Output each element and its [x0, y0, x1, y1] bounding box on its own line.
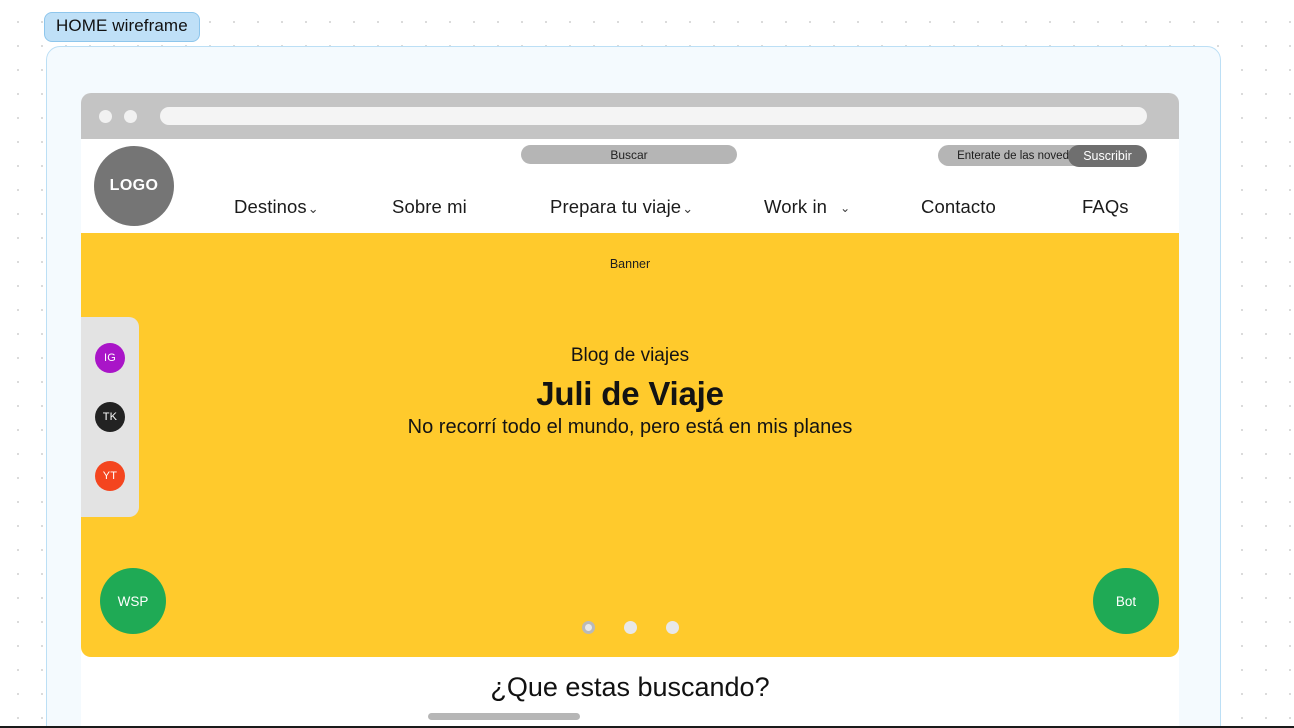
hero-kicker: Blog de viajes	[570, 345, 690, 366]
nav-item-destinos[interactable]: Destinos ⌄	[234, 196, 319, 218]
nav-item-sobre-mi[interactable]: Sobre mi	[392, 196, 467, 218]
search-input[interactable]: Buscar	[521, 145, 737, 164]
chevron-down-icon: ⌄	[307, 200, 319, 216]
nav-label: Contacto	[921, 196, 996, 217]
carousel-dots	[81, 621, 1179, 634]
window-dot-icon-2[interactable]	[124, 109, 137, 123]
nav-label: Sobre mi	[392, 196, 467, 217]
address-bar-input[interactable]	[160, 107, 1147, 125]
nav-item-prepara-tu-viaje[interactable]: Prepara tu viaje ⌄	[550, 196, 693, 218]
nav-label: FAQs	[1082, 196, 1129, 217]
search-section-title: ¿Que estas buscando?	[490, 672, 770, 702]
banner-label: Banner	[609, 257, 651, 271]
nav-item-contacto[interactable]: Contacto	[921, 196, 996, 218]
nav-item-faqs[interactable]: FAQs	[1082, 196, 1129, 218]
site-header: LOGO Buscar Enterate de las novedades Su…	[81, 139, 1179, 233]
frame-label[interactable]: HOME wireframe	[44, 12, 200, 42]
carousel-dot-3[interactable]	[665, 621, 679, 634]
horizontal-scrollbar-thumb[interactable]	[428, 713, 580, 720]
hero-subtitle: No recorrí todo el mundo, pero está en m…	[407, 416, 853, 438]
artboard-frame: LOGO Buscar Enterate de las novedades Su…	[46, 46, 1221, 728]
hero-title: Juli de Viaje	[536, 375, 724, 412]
browser-chrome-bar	[81, 93, 1179, 139]
hero-text-block: Blog de viajes Juli de Viaje No recorrí …	[81, 345, 1179, 439]
nav-label: Work in	[764, 196, 828, 217]
window-dot-icon-1[interactable]	[99, 109, 112, 123]
subscribe-button[interactable]: Suscribir	[1068, 145, 1147, 167]
carousel-dot-1[interactable]	[581, 621, 595, 634]
main-navigation: Destinos ⌄ Sobre mi Prepara tu viaje ⌄ W…	[81, 196, 1179, 230]
carousel-dot-2[interactable]	[623, 621, 637, 634]
nav-item-work-in[interactable]: Work in ⌄	[764, 196, 850, 218]
nav-label: Prepara tu viaje	[550, 196, 682, 217]
chevron-down-icon: ⌄	[682, 200, 694, 216]
browser-mockup: LOGO Buscar Enterate de las novedades Su…	[81, 93, 1179, 728]
nav-label: Destinos	[234, 196, 307, 217]
search-section: ¿Que estas buscando?	[81, 657, 1179, 728]
chevron-down-icon: ⌄	[840, 201, 851, 215]
hero-banner: Banner IG TK YT Blog de viajes Juli de V…	[81, 233, 1179, 657]
youtube-icon[interactable]: YT	[95, 461, 125, 491]
